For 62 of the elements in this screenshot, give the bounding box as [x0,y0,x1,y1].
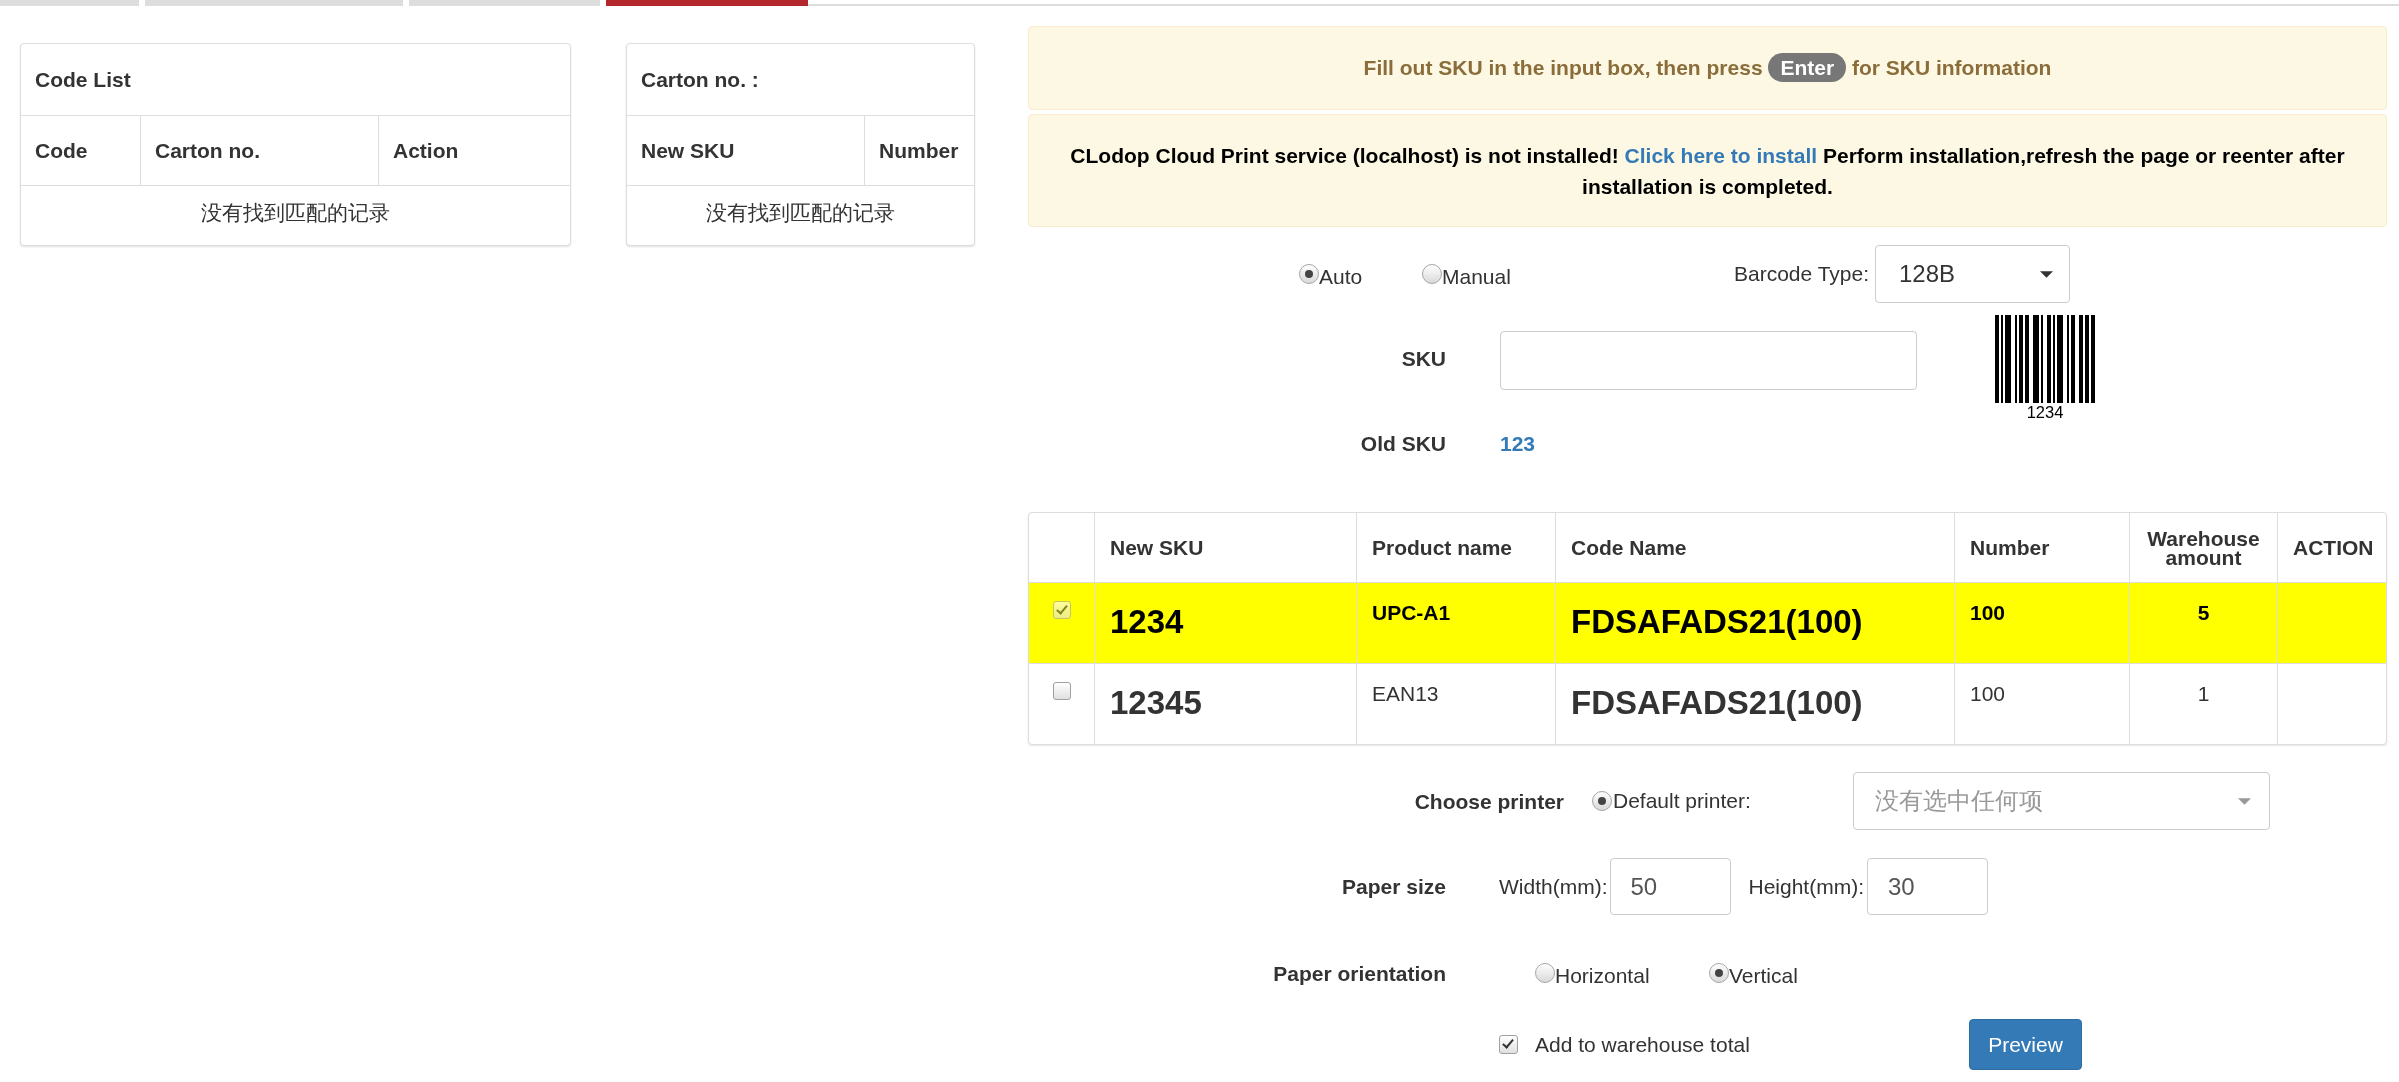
radio-button[interactable] [1592,791,1612,811]
table-cell-text: UPC-A1 [1372,600,1451,626]
radio-label[interactable]: Horizontal [1555,960,1650,991]
panel-title: Code List [21,44,570,116]
field-label: Height(mm): [1748,873,1864,900]
column-header: New SKU [627,116,865,185]
field-label: Old SKU [1359,431,1446,457]
checkbox[interactable] [1052,601,1071,619]
field-label: Choose printer [1413,788,1564,815]
preview-button[interactable]: Preview [1969,1019,2082,1070]
table-cell-text: FDSAFADS21(100) [1571,683,1863,723]
column-header: New SKU [1110,534,1204,561]
sku-input[interactable] [1500,331,1917,390]
radio-label[interactable]: Vertical [1729,960,1798,991]
column-header: Code Name [1571,534,1687,561]
alert-message: CLodop Cloud Print service (localhost) is not installed! Click here to install Perform installation,refresh the page or reenter after installation is completed. [1069,142,2346,200]
column-header: Number [1970,534,2050,561]
radio-label[interactable]: Manual [1442,261,1511,292]
height-input[interactable]: 30 [1867,858,1988,915]
radio-label[interactable]: Auto [1319,261,1363,292]
radio-label[interactable]: Default printer: [1613,786,1751,816]
column-header: Carton no. [141,116,379,185]
field-label: Barcode Type: [1734,261,1871,288]
table-row[interactable]: 1234 UPC-A1 FDSAFADS21(100) 100 5 [1029,583,2386,663]
barcode-type-select[interactable]: 128B [1875,245,2070,303]
table-cell-text: 12345 [1110,683,1202,723]
table-cell-text: 1234 [1110,602,1184,642]
checkbox[interactable] [1499,1035,1518,1054]
width-input[interactable]: 50 [1609,858,1731,915]
column-header: Number [878,137,960,164]
caret-icon [2040,270,2053,278]
field-label: Paper orientation [1272,960,1446,987]
radio-button[interactable] [1299,264,1319,284]
field-label: Width(mm): [1499,873,1608,900]
table-cell-text: 100 [1970,681,2006,707]
checkbox-label[interactable]: Add to warehouse total [1535,1029,1969,1060]
radio-button[interactable] [1709,963,1729,983]
empty-message: 没有找到匹配的记录 [706,199,895,226]
column-header: Warehouse amount [2146,528,2261,567]
radio-button[interactable] [1422,264,1442,284]
hint-message: Fill out SKU in the input box, then press Enter for SKU information [1363,53,2052,83]
install-link[interactable]: Click here to install [1624,143,1818,167]
column-header: ACTION [2293,534,2374,561]
field-label: SKU [1400,346,1446,372]
column-header: Product name [1372,534,1513,561]
barcode-number: 1234 [2026,403,2064,421]
panel-title: Carton no. : [627,44,974,116]
table-row[interactable]: 12345 EAN13 FDSAFADS21(100) 100 1 [1029,663,2386,744]
enter-key-badge: Enter [1768,53,1847,83]
caret-icon [2238,797,2251,805]
table-cell-text: 100 [1970,600,2006,626]
radio-button[interactable] [1535,963,1555,983]
table-cell-text: 1 [2197,681,2210,707]
checkbox[interactable] [1052,682,1071,700]
empty-message: 没有找到匹配的记录 [201,199,390,226]
table-cell-text: 5 [2197,600,2210,626]
table-cell-text: EAN13 [1372,681,1439,707]
field-label: Paper size [1341,874,1446,900]
column-header: Code [21,116,141,185]
column-header: Action [392,137,460,164]
table-cell-text: FDSAFADS21(100) [1571,602,1863,642]
old-sku-value: 123 [1500,431,1536,457]
